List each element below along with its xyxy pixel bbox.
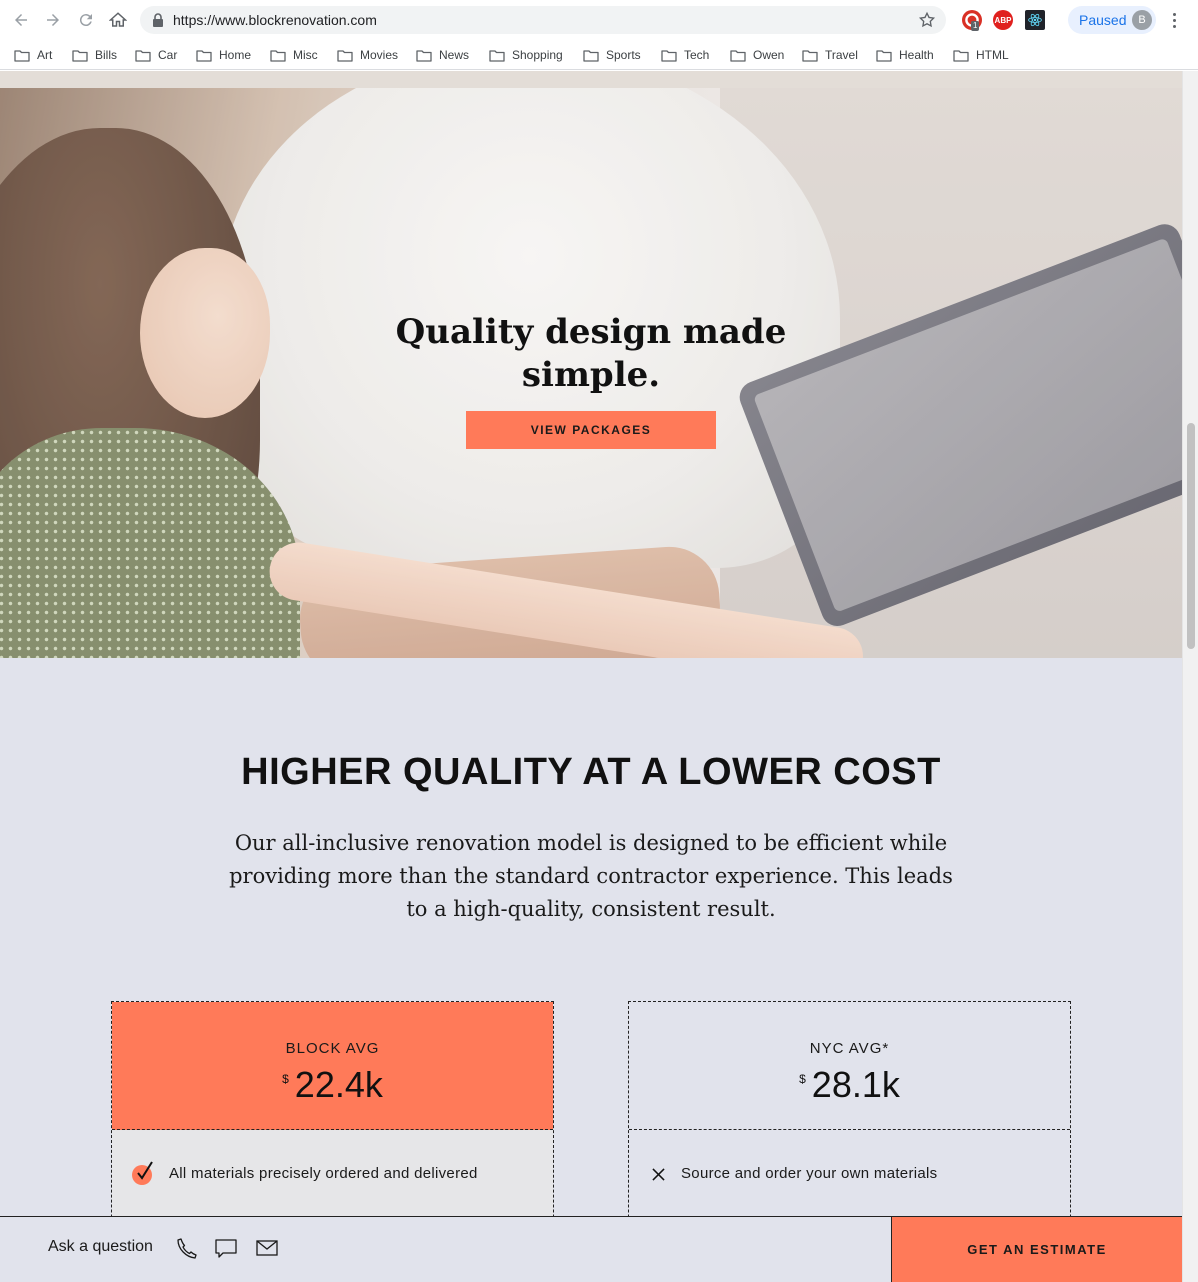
back-button[interactable] [10,9,32,31]
folder-icon [802,49,818,62]
section-title: HIGHER QUALITY AT A LOWER COST [241,751,941,793]
folder-icon [583,49,599,62]
bookmark-label: Tech [684,48,710,62]
block-avg-header: BLOCK AVG $22.4k [112,1002,553,1130]
abp-label: ABP [994,15,1012,25]
browser-menu-button[interactable] [1166,10,1182,30]
bookmark-car[interactable]: Car [135,44,177,66]
hero-section: Quality design made simple. VIEW PACKAGE… [0,88,1182,658]
bookmark-label: Health [899,48,934,62]
nyc-avg-header: NYC AVG* $28.1k [629,1002,1070,1130]
bookmark-label: Shopping [512,48,563,62]
block-avg-label: BLOCK AVG [285,1040,380,1057]
bookmark-label: Travel [825,48,858,62]
bookmark-html[interactable]: HTML [953,44,1009,66]
bookmark-label: Movies [360,48,399,62]
nyc-avg-label: NYC AVG* [809,1040,890,1057]
bookmark-shopping[interactable]: Shopping [489,44,563,66]
bookmark-label: Art [37,48,53,62]
scrollbar-thumb[interactable] [1187,423,1195,649]
bookmark-label: Sports [606,48,641,62]
avatar: B [1132,10,1152,30]
checkmark-icon [132,1161,153,1185]
hero-title: Quality design made simple. [395,312,787,395]
chat-icon[interactable] [214,1236,238,1260]
bookmark-label: Misc [293,48,318,62]
arrow-left-icon [15,14,27,26]
bookmark-label: HTML [976,48,1009,62]
header-strip [0,71,1182,88]
folder-icon [661,49,677,62]
section-description: Our all-inclusive renovation model is de… [229,831,953,921]
folder-icon [72,49,88,62]
arrow-right-icon [47,14,59,26]
reload-icon [79,14,92,27]
profile-button[interactable]: Paused B [1068,6,1156,34]
react-devtools-icon[interactable] [1025,10,1045,30]
bookmark-label: News [439,48,470,62]
adblock-extension-icon[interactable]: ABP [993,10,1013,30]
browser-toolbar: https://www.blockrenovation.com 1 ABP Pa… [0,0,1198,40]
view-packages-button[interactable]: VIEW PACKAGES [466,411,716,449]
folder-icon [876,49,892,62]
bookmark-sports[interactable]: Sports [583,44,641,66]
address-bar[interactable]: https://www.blockrenovation.com [140,6,946,34]
lock-icon [153,13,163,27]
atom-icon [1028,13,1042,27]
bookmark-bills[interactable]: Bills [72,44,117,66]
profile-status: Paused [1079,12,1127,28]
bookmark-travel[interactable]: Travel [802,44,858,66]
bookmarks-bar: Art Bills Car Home Misc Movies News Shopping Spo… [0,40,1198,70]
bookmark-tech[interactable]: Tech [661,44,709,66]
bookmark-movies[interactable]: Movies [337,44,398,66]
forward-button[interactable] [42,9,64,31]
bookmark-label: Owen [753,48,785,62]
reload-button[interactable] [75,9,97,31]
folder-icon [953,49,969,62]
currency-symbol: $ [282,1072,289,1086]
block-avg-price: $22.4k [112,1064,553,1106]
bookmark-news[interactable]: News [416,44,469,66]
nyc-avg-value: 28.1k [811,1064,900,1105]
home-button[interactable] [107,9,129,31]
bookmark-health[interactable]: Health [876,44,934,66]
bookmark-misc[interactable]: Misc [270,44,318,66]
nyc-avg-price: $28.1k [629,1064,1070,1106]
folder-icon [196,49,212,62]
get-estimate-button[interactable]: GET AN ESTIMATE [891,1217,1182,1282]
bookmark-label: Car [158,48,178,62]
ask-question-label: Ask a question [48,1238,153,1255]
bookmark-art[interactable]: Art [14,44,52,66]
page-viewport: Quality design made simple. VIEW PACKAGE… [0,71,1182,1282]
bookmark-home[interactable]: Home [196,44,251,66]
folder-icon [14,49,30,62]
folder-icon [135,49,151,62]
extension-badge: 1 [971,21,980,31]
folder-icon [489,49,505,62]
url-text: https://www.blockrenovation.com [173,12,377,28]
sticky-footer: Ask a question GET AN ESTIMATE [0,1216,1182,1282]
folder-icon [270,49,286,62]
bookmark-label: Bills [95,48,118,62]
home-icon [109,12,127,27]
page-scrollbar[interactable] [1182,71,1198,1282]
folder-icon [416,49,432,62]
bookmark-label: Home [219,48,252,62]
folder-icon [730,49,746,62]
currency-symbol: $ [799,1072,806,1086]
block-avg-value: 22.4k [294,1064,383,1105]
mail-icon[interactable] [255,1236,279,1260]
bookmark-star-icon[interactable] [918,11,936,29]
feature-text: Source and order your own materials [681,1165,938,1182]
close-icon [649,1165,667,1183]
phone-icon[interactable] [175,1236,199,1260]
feature-text: All materials precisely ordered and deli… [169,1165,478,1182]
bookmark-owen[interactable]: Owen [730,44,784,66]
folder-icon [337,49,353,62]
